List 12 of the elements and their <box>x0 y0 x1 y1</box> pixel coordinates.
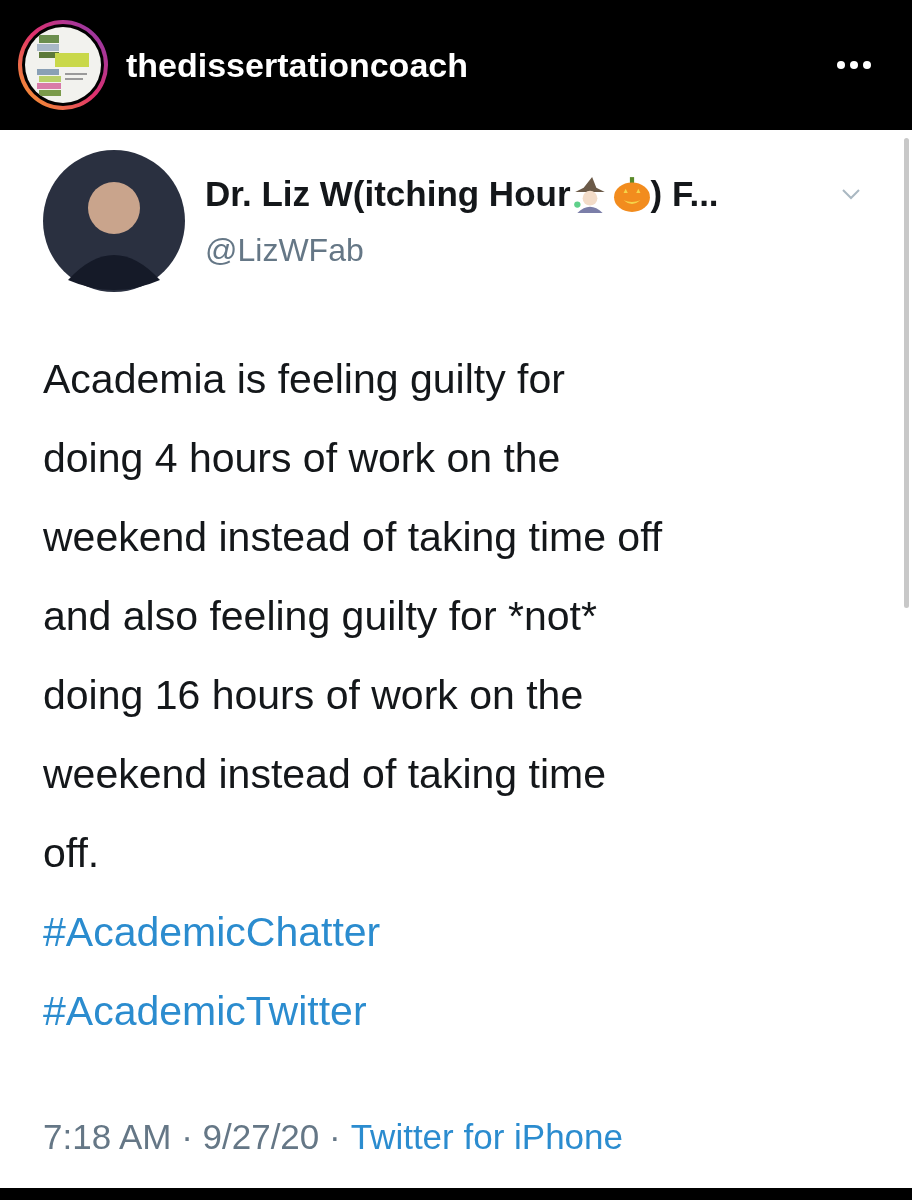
pumpkin-icon <box>612 175 651 213</box>
username[interactable]: thedissertationcoach <box>126 39 818 91</box>
more-icon[interactable] <box>836 60 872 70</box>
timestamp: 7:18 AM · 9/27/20 · <box>43 1116 341 1158</box>
hashtag-link[interactable]: #AcademicChatter <box>43 893 381 972</box>
user-handle: @LizWFab <box>205 231 365 271</box>
display-name-ending: ) F... <box>650 172 719 215</box>
hashtag-link[interactable]: #AcademicTwitter <box>43 972 367 1051</box>
scrollbar[interactable] <box>904 138 909 608</box>
source-link[interactable]: Twitter for iPhone <box>350 1111 623 1164</box>
display-name: Dr. Liz W(itching Hour <box>205 172 571 215</box>
tweet-text: Academia is feeling guilty for doing 4 hours of work on the weekend instead of taking time off and also feeling guilty for *not* doing 16 hours of work on the weekend instead of taking time off. <box>43 355 664 878</box>
